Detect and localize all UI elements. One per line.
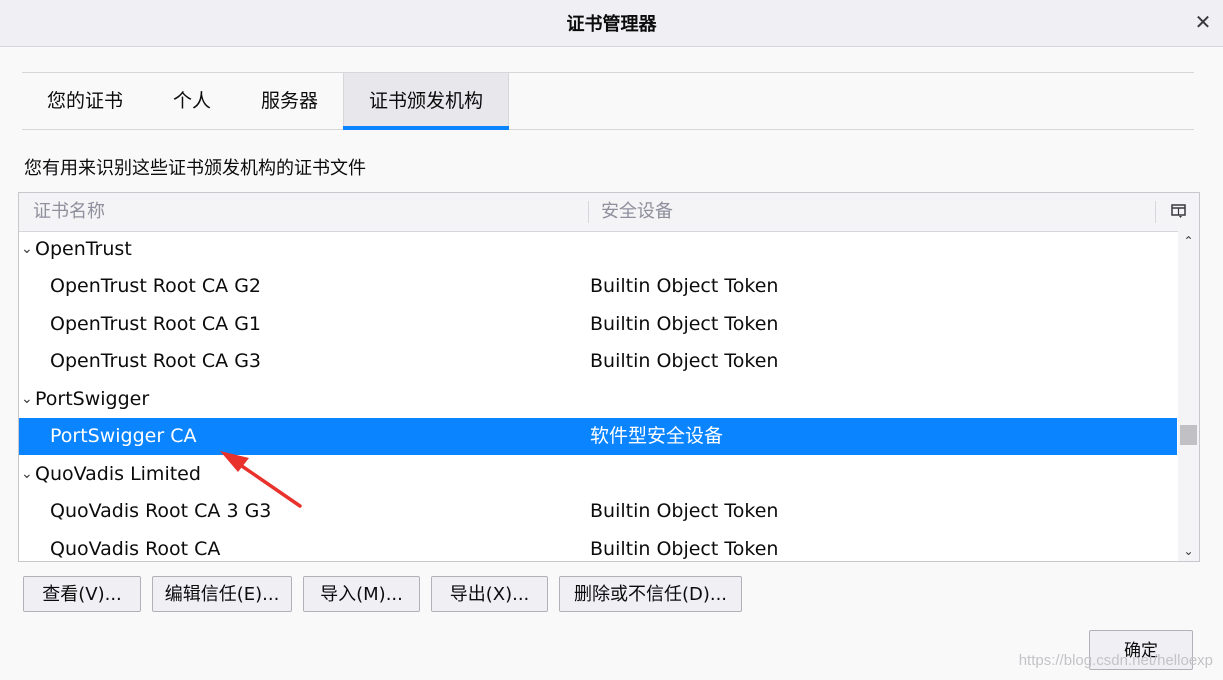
security-device: Builtin Object Token	[590, 275, 779, 297]
certificate-row[interactable]: OpenTrust Root CA G1 Builtin Object Toke…	[19, 306, 1177, 343]
column-picker-icon[interactable]	[1171, 203, 1187, 219]
certificate-row[interactable]: QuoVadis Root CA 3 G3 Builtin Object Tok…	[19, 493, 1177, 530]
tree-group-row[interactable]: ⌄ QuoVadis Limited	[19, 456, 1177, 493]
import-button[interactable]: 导入(M)...	[303, 576, 420, 612]
close-button[interactable]: ✕	[1189, 8, 1217, 36]
certificate-name: QuoVadis Root CA 3 G3	[50, 500, 272, 522]
tab-servers[interactable]: 服务器	[236, 73, 343, 128]
column-header-name[interactable]: 证书名称	[33, 193, 105, 231]
scroll-up-arrow-icon[interactable]: ⌃	[1178, 231, 1199, 251]
certificate-row[interactable]: QuoVadis Root CA Builtin Object Token	[19, 531, 1177, 561]
certificate-row[interactable]: OpenTrust Root CA G2 Builtin Object Toke…	[19, 268, 1177, 305]
certificate-name: OpenTrust Root CA G2	[50, 275, 262, 297]
certificate-name: QuoVadis Root CA	[50, 538, 221, 560]
security-device: 软件型安全设备	[590, 425, 724, 447]
group-name: OpenTrust	[35, 238, 132, 260]
tree-group-row[interactable]: ⌄ OpenTrust	[19, 231, 1177, 268]
watermark: https://blog.csdn.net/helloexp	[1018, 652, 1213, 669]
security-device: Builtin Object Token	[590, 350, 779, 372]
tab-your-certificates[interactable]: 您的证书	[22, 73, 148, 128]
tab-authorities[interactable]: 证书颁发机构	[343, 73, 510, 130]
tab-description: 您有用来识别这些证书颁发机构的证书文件	[24, 158, 366, 179]
certificate-row[interactable]: OpenTrust Root CA G3 Builtin Object Toke…	[19, 343, 1177, 380]
certificate-row-selected[interactable]: PortSwigger CA 软件型安全设备	[19, 418, 1177, 455]
certificate-name: PortSwigger CA	[50, 425, 197, 447]
close-icon: ✕	[1194, 10, 1212, 34]
window-title: 证书管理器	[566, 14, 657, 35]
title-bar: 证书管理器 ✕	[0, 0, 1223, 47]
certificate-name: OpenTrust Root CA G3	[50, 350, 262, 372]
column-divider[interactable]	[588, 201, 589, 223]
scrollbar-thumb[interactable]	[1180, 425, 1197, 445]
column-divider[interactable]	[1155, 201, 1156, 223]
group-name: QuoVadis Limited	[35, 463, 201, 485]
tree-group-row[interactable]: ⌄ PortSwigger	[19, 381, 1177, 418]
export-button[interactable]: 导出(X)...	[431, 576, 548, 612]
vertical-scrollbar[interactable]: ⌃ ⌄	[1178, 231, 1199, 561]
certificate-tree[interactable]: 证书名称 安全设备 ⌄ OpenTrust OpenTrust Root CA …	[18, 192, 1200, 562]
certificate-name: OpenTrust Root CA G1	[50, 313, 262, 335]
tree-body: ⌄ OpenTrust OpenTrust Root CA G2 Builtin…	[19, 231, 1177, 561]
security-device: Builtin Object Token	[590, 313, 779, 335]
expand-chevron-icon[interactable]: ⌄	[21, 381, 35, 418]
tab-bar: 您的证书 个人 服务器 证书颁发机构	[22, 72, 1194, 130]
security-device: Builtin Object Token	[590, 538, 779, 560]
security-device: Builtin Object Token	[590, 500, 779, 522]
column-header-device[interactable]: 安全设备	[601, 193, 673, 231]
delete-or-distrust-button[interactable]: 删除或不信任(D)...	[559, 576, 742, 612]
edit-trust-button[interactable]: 编辑信任(E)...	[152, 576, 292, 612]
tree-header: 证书名称 安全设备	[19, 193, 1199, 232]
tab-people[interactable]: 个人	[148, 73, 236, 128]
expand-chevron-icon[interactable]: ⌄	[21, 456, 35, 493]
scroll-down-arrow-icon[interactable]: ⌄	[1178, 541, 1199, 561]
expand-chevron-icon[interactable]: ⌄	[21, 231, 35, 268]
view-button[interactable]: 查看(V)...	[23, 576, 141, 612]
group-name: PortSwigger	[35, 388, 150, 410]
